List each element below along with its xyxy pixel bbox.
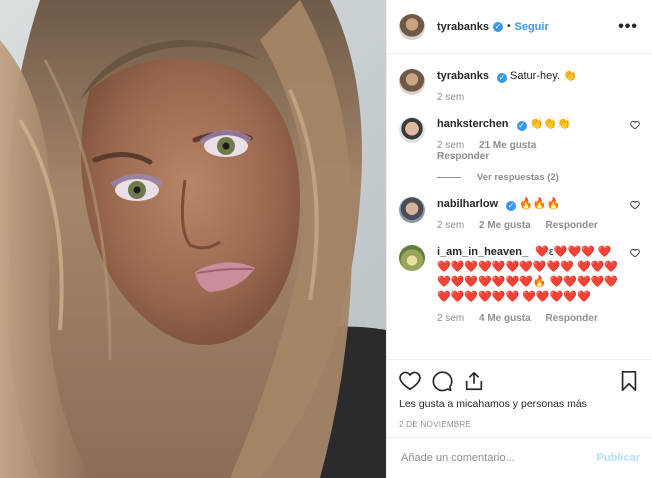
replies-divider	[437, 177, 461, 178]
verified-badge-icon: ✓	[506, 201, 517, 211]
caption-avatar[interactable]	[399, 69, 425, 95]
owner-avatar[interactable]	[399, 13, 425, 40]
comment-like-heart-icon[interactable]	[630, 248, 640, 258]
post-actions: Les gusta a micahamos y personas más 2 d…	[387, 359, 652, 429]
portrait-image	[0, 0, 386, 478]
commenter-avatar[interactable]	[399, 197, 425, 223]
caption: tyrabanks ✓ Satur-hey. 👏 2 sem	[399, 69, 640, 103]
instagram-post: tyrabanks ✓ • Seguir ••• tyrabanks ✓ Satu…	[0, 0, 652, 478]
comment-likes[interactable]: 4 Me gusta	[479, 313, 531, 324]
reply-button[interactable]: Responder	[545, 313, 597, 324]
post-photo[interactable]	[0, 0, 386, 478]
comment-username[interactable]: hanksterchen	[437, 118, 509, 130]
verified-badge-icon: ✓	[492, 21, 503, 32]
comment-time[interactable]: 2 sem	[437, 313, 464, 324]
comments-list[interactable]: tyrabanks ✓ Satur-hey. 👏 2 sem hanksterch…	[387, 55, 652, 359]
post-sidebar: tyrabanks ✓ • Seguir ••• tyrabanks ✓ Satu…	[386, 0, 652, 478]
comment-time[interactable]: 2 sem	[437, 220, 464, 231]
caption-time[interactable]: 2 sem	[437, 92, 464, 103]
caption-text: Satur-hey. 👏	[510, 70, 577, 82]
comment-username[interactable]: i_am_in_heaven_	[437, 246, 528, 258]
share-icon[interactable]	[463, 370, 485, 392]
view-replies-label: Ver respuestas (2)	[477, 172, 559, 183]
publish-button[interactable]: Publicar	[597, 452, 640, 464]
likes-summary[interactable]: Les gusta a micahamos y personas más	[399, 398, 640, 410]
comment-likes[interactable]: 21 Me gusta	[479, 140, 536, 151]
more-options-icon[interactable]: •••	[616, 18, 640, 36]
verified-badge-icon: ✓	[516, 121, 527, 131]
post-date[interactable]: 2 de noviembre	[399, 420, 640, 429]
verified-badge-icon: ✓	[496, 73, 507, 83]
commenter-avatar[interactable]	[399, 245, 425, 271]
caption-username[interactable]: tyrabanks	[437, 70, 489, 82]
comment-username[interactable]: nabilharlow	[437, 198, 498, 210]
comment-like-heart-icon[interactable]	[630, 120, 640, 130]
comment-item: i_am_in_heaven_ ❤️ε❤️❤️❤️ ❤️❤️❤️❤️❤️❤️❤️…	[399, 245, 640, 324]
comment-like-heart-icon[interactable]	[630, 200, 640, 210]
post-header: tyrabanks ✓ • Seguir •••	[387, 0, 652, 54]
add-comment-bar: Publicar	[387, 437, 652, 478]
comment-text: 👏👏👏	[529, 118, 571, 130]
comment-likes[interactable]: 2 Me gusta	[479, 220, 531, 231]
header-separator: •	[506, 21, 511, 32]
follow-button[interactable]: Seguir	[515, 21, 549, 33]
comment-time[interactable]: 2 sem	[437, 140, 464, 151]
comment-input[interactable]	[399, 451, 597, 465]
comment-text: 🔥🔥🔥	[519, 198, 561, 210]
heart-icon[interactable]	[399, 370, 421, 392]
comment-item: hanksterchen ✓ 👏👏👏 2 sem 21 Me gusta Resp…	[399, 117, 640, 183]
bookmark-icon[interactable]	[618, 370, 640, 392]
view-replies-button[interactable]: Ver respuestas (2)	[437, 172, 624, 183]
owner-username[interactable]: tyrabanks	[437, 21, 489, 33]
commenter-avatar[interactable]	[399, 117, 425, 143]
reply-button[interactable]: Responder	[437, 151, 489, 162]
comment-icon[interactable]	[431, 370, 453, 392]
comment-item: nabilharlow ✓ 🔥🔥🔥 2 sem 2 Me gusta Respon…	[399, 197, 640, 231]
reply-button[interactable]: Responder	[545, 220, 597, 231]
